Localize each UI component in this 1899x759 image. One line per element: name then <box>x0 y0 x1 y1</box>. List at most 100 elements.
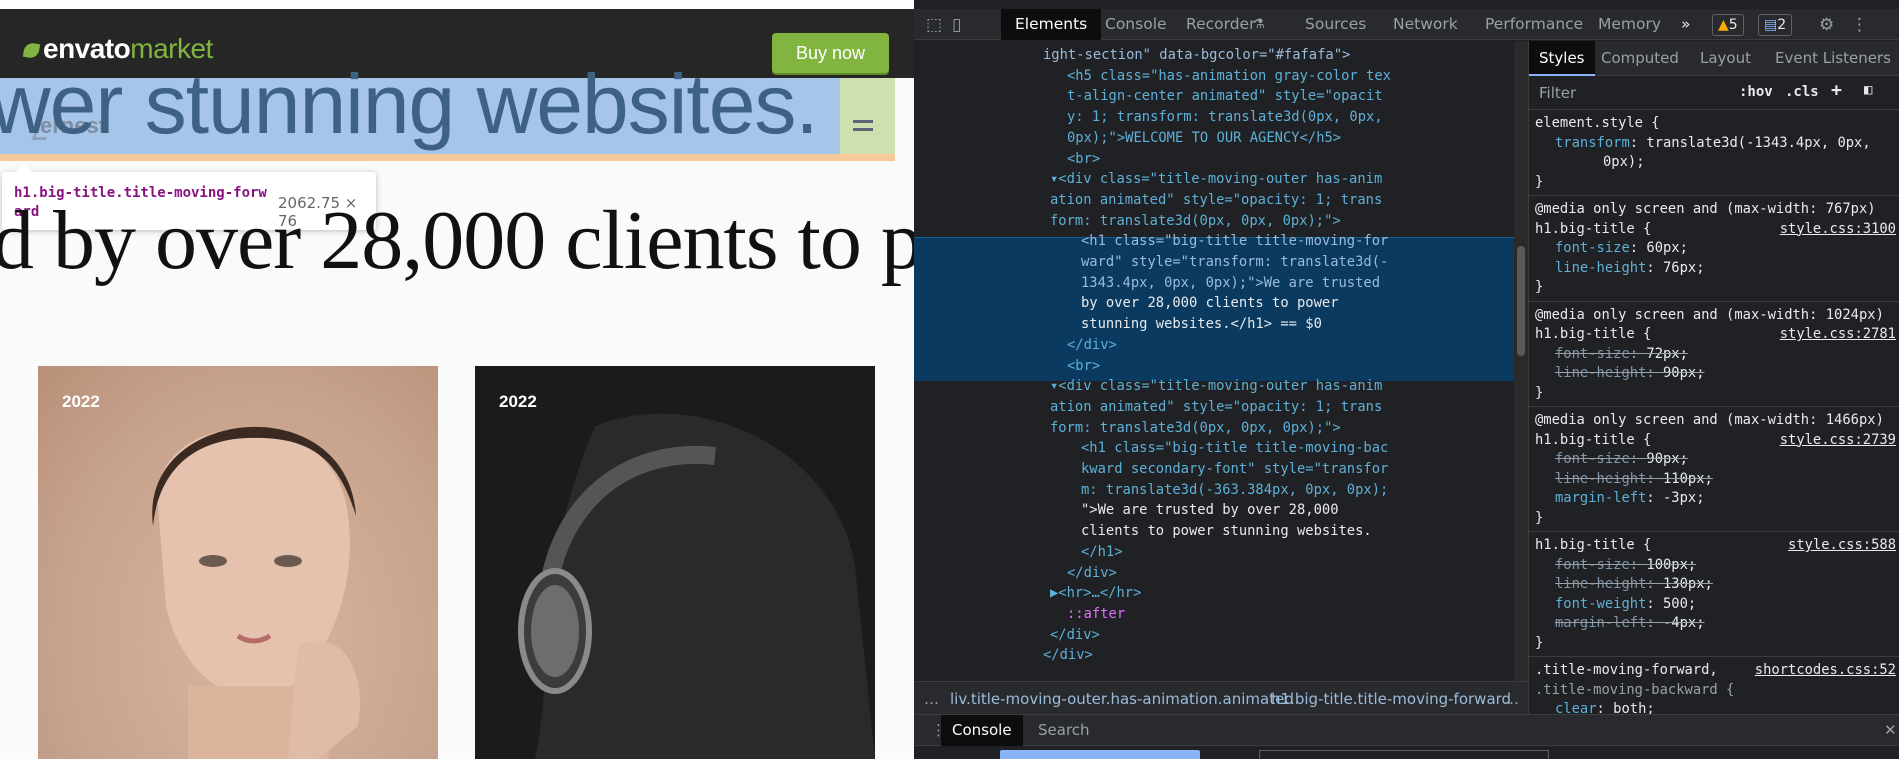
css-property[interactable]: margin-left <box>1555 615 1646 631</box>
breadcrumb-ellipsis[interactable]: … <box>924 690 939 708</box>
portfolio-card[interactable]: 2022 <box>475 366 875 759</box>
dom-line[interactable]: </h1> <box>1081 542 1123 563</box>
dom-line[interactable]: ::after <box>1067 604 1125 625</box>
dom-line[interactable]: 0px);">WELCOME TO OUR AGENCY</h5> <box>1067 128 1341 149</box>
stylesheet-link[interactable]: style.css:588 <box>1788 536 1896 556</box>
css-value[interactable]: 76px; <box>1663 260 1705 276</box>
css-declaration[interactable]: margin-left: -3px; <box>1535 489 1896 509</box>
css-rule[interactable]: @media only screen and (max-width: 767px… <box>1529 196 1899 302</box>
inspect-element-icon[interactable]: ⬚ <box>926 15 942 35</box>
breadcrumb-item-current[interactable]: h1.big-title.title-moving-forward <box>1271 690 1511 708</box>
css-rule[interactable]: h1.big-title {style.css:588 font-size: 10… <box>1529 532 1899 657</box>
stylesheet-link[interactable]: style.css:3100 <box>1780 220 1896 240</box>
css-property[interactable]: margin-left <box>1555 490 1646 506</box>
dom-scrollbar[interactable] <box>1514 41 1528 681</box>
css-value[interactable]: 130px; <box>1663 576 1713 592</box>
dom-line[interactable]: 1343.4px, 0px, 0px);">We are trusted <box>1081 273 1380 294</box>
hov-toggle[interactable]: :hov <box>1739 84 1773 100</box>
dom-line[interactable]: y: 1; transform: translate3d(0px, 0px, <box>1067 107 1383 128</box>
dom-line[interactable]: <h1 class="big-title title-moving-bac <box>1081 438 1388 459</box>
dom-line[interactable]: stunning websites.</h1> == $0 <box>1081 314 1322 335</box>
device-toolbar-icon[interactable]: ▯ <box>952 15 961 35</box>
dom-line[interactable]: ight-section" data-bgcolor="#fafafa"> <box>1043 45 1350 66</box>
tab-styles[interactable]: Styles <box>1529 41 1595 76</box>
dom-line[interactable]: form: translate3d(0px, 0px, 0px);"> <box>1050 211 1341 232</box>
dom-line[interactable]: <h1 class="big-title title-moving-for <box>1081 231 1388 252</box>
tab-layout[interactable]: Layout <box>1690 41 1761 76</box>
gear-icon[interactable]: ⚙ <box>1819 15 1834 35</box>
breadcrumb-more[interactable]: … <box>1504 690 1519 708</box>
css-declaration[interactable]: clear: both; <box>1535 700 1896 714</box>
messages-badge[interactable]: ▤2 <box>1758 14 1793 36</box>
css-declaration[interactable]: line-height: 110px; <box>1535 470 1896 490</box>
css-value[interactable]: translate3d(-1343.4px, 0px, <box>1646 135 1870 151</box>
dom-line[interactable]: t-align-center animated" style="opacit <box>1067 86 1383 107</box>
new-rule-icon[interactable]: + <box>1831 80 1842 101</box>
scrollbar-thumb[interactable] <box>1517 246 1525 356</box>
tab-computed[interactable]: Computed <box>1591 41 1689 76</box>
dom-line[interactable]: ation animated" style="opacity: 1; trans <box>1050 397 1382 418</box>
css-value[interactable]: 500; <box>1663 596 1696 612</box>
dom-tree[interactable]: ight-section" data-bgcolor="#fafafa"> <h5… <box>914 41 1514 681</box>
tab-event-listeners[interactable]: Event Listeners <box>1765 41 1899 76</box>
sidebar-toggle-icon[interactable]: ◧ <box>1864 82 1872 98</box>
more-tabs-icon[interactable]: » <box>1667 9 1704 40</box>
tab-console[interactable]: Console <box>1091 9 1181 40</box>
tab-performance[interactable]: Performance <box>1471 9 1597 40</box>
dom-line[interactable]: clients to power stunning websites. <box>1081 521 1372 542</box>
css-property[interactable]: transform <box>1555 135 1630 151</box>
dom-line[interactable]: m: translate3d(-363.384px, 0px, 0px); <box>1081 480 1388 501</box>
tab-sources[interactable]: Sources <box>1291 9 1380 40</box>
css-value[interactable]: 100px; <box>1646 557 1696 573</box>
cls-toggle[interactable]: .cls <box>1785 84 1819 100</box>
stylesheet-link[interactable]: style.css:2781 <box>1780 325 1896 345</box>
tab-network[interactable]: Network <box>1379 9 1472 40</box>
css-rule[interactable]: @media only screen and (max-width: 1024p… <box>1529 302 1899 407</box>
dom-line[interactable]: kward secondary-font" style="transfor <box>1081 459 1388 480</box>
styles-filter-input[interactable] <box>1533 80 1723 106</box>
css-property[interactable]: line-height <box>1555 576 1646 592</box>
drawer-tab-console[interactable]: Console <box>941 715 1023 746</box>
console-context-selector[interactable] <box>1000 750 1200 759</box>
close-drawer-icon[interactable]: ✕ <box>1873 715 1899 746</box>
dom-line[interactable]: ▾<div class="title-moving-outer has-anim <box>1050 376 1382 397</box>
css-declaration[interactable]: font-size: 60px; <box>1535 239 1896 259</box>
css-value[interactable]: -4px; <box>1663 615 1705 631</box>
css-property[interactable]: font-size <box>1555 451 1630 467</box>
css-value[interactable]: 0px); <box>1603 154 1645 170</box>
dom-line[interactable]: <br> <box>1067 356 1100 377</box>
css-property[interactable]: line-height <box>1555 260 1646 276</box>
css-property[interactable]: font-size <box>1555 557 1630 573</box>
css-value[interactable]: -3px; <box>1663 490 1705 506</box>
breadcrumb-item[interactable]: liv.title-moving-outer.has-animation.ani… <box>950 690 1294 708</box>
dom-line[interactable]: form: translate3d(0px, 0px, 0px);"> <box>1050 418 1341 439</box>
portfolio-card[interactable]: 2022 <box>38 366 438 759</box>
dom-line[interactable]: ▾<div class="title-moving-outer has-anim <box>1050 169 1382 190</box>
dom-line[interactable]: <h5 class="has-animation gray-color tex <box>1067 66 1391 87</box>
more-vert-icon[interactable]: ⋮ <box>1851 15 1868 35</box>
hamburger-menu-icon[interactable] <box>853 120 873 136</box>
css-property[interactable]: line-height <box>1555 471 1646 487</box>
dom-line[interactable]: ">We are trusted by over 28,000 <box>1081 500 1339 521</box>
dom-line[interactable]: ation animated" style="opacity: 1; trans <box>1050 190 1382 211</box>
dom-line[interactable]: </div> <box>1050 625 1100 646</box>
css-property[interactable]: font-size <box>1555 240 1630 256</box>
css-declaration[interactable]: line-height: 130px; <box>1535 575 1896 595</box>
css-rule[interactable]: @media only screen and (max-width: 1466p… <box>1529 407 1899 532</box>
css-property[interactable]: font-size <box>1555 346 1630 362</box>
css-value[interactable]: 60px; <box>1646 240 1688 256</box>
dom-line[interactable]: ▶<hr>…</hr> <box>1050 583 1141 604</box>
css-value[interactable]: 110px; <box>1663 471 1713 487</box>
stylesheet-link[interactable]: shortcodes.css:52 <box>1755 661 1896 681</box>
css-declaration[interactable]: line-height: 76px; <box>1535 259 1896 279</box>
css-rule[interactable]: element.style {transform: translate3d(-1… <box>1529 110 1899 196</box>
css-value[interactable]: 90px; <box>1663 365 1705 381</box>
tab-memory[interactable]: Memory <box>1584 9 1675 40</box>
stylesheet-link[interactable]: style.css:2739 <box>1780 431 1896 451</box>
css-declaration[interactable]: font-size: 90px; <box>1535 450 1896 470</box>
css-declaration[interactable]: 0px); <box>1535 153 1896 173</box>
css-property[interactable]: clear <box>1555 701 1597 714</box>
css-declaration[interactable]: transform: translate3d(-1343.4px, 0px, <box>1535 134 1896 154</box>
warnings-badge[interactable]: ▲5 <box>1712 14 1744 36</box>
dom-line[interactable]: <br> <box>1067 149 1100 170</box>
